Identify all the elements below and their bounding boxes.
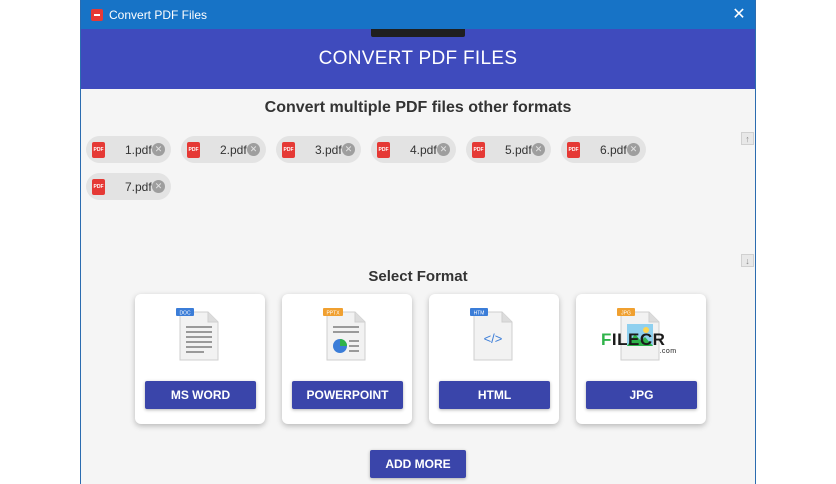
- file-name: 7.pdf: [125, 179, 152, 194]
- pdf-file-icon: PDF: [472, 141, 485, 158]
- pptx-file-icon: PPTX: [323, 308, 366, 361]
- remove-file-icon[interactable]: ✕: [152, 143, 165, 156]
- window-title: Convert PDF Files: [109, 7, 208, 22]
- pdf-file-icon: PDF: [187, 141, 200, 158]
- close-button[interactable]: ✕: [729, 4, 749, 24]
- scroll-down-button[interactable]: ↓: [741, 254, 754, 267]
- jpg-button[interactable]: JPG: [586, 381, 697, 409]
- code-glyph: </>: [484, 331, 503, 346]
- html-tag: HTM: [474, 311, 485, 317]
- jpg-tag: JPG: [621, 311, 631, 317]
- file-chip-list: PDF 1.pdf ✕ PDF 2.pdf ✕ PDF 3.pdf ✕ PDF …: [86, 136, 656, 200]
- pdf-file-icon: PDF: [567, 141, 580, 158]
- html-button[interactable]: HTML: [439, 381, 550, 409]
- pdf-file-icon: PDF: [92, 178, 105, 195]
- remove-file-icon[interactable]: ✕: [247, 143, 260, 156]
- pdf-file-icon: PDF: [92, 141, 105, 158]
- file-name: 2.pdf: [220, 142, 247, 157]
- remove-file-icon[interactable]: ✕: [152, 180, 165, 193]
- file-name: 5.pdf: [505, 142, 532, 157]
- file-chip[interactable]: PDF 2.pdf ✕: [181, 136, 266, 163]
- html-file-icon: HTM </>: [470, 308, 513, 361]
- file-name: 6.pdf: [600, 142, 627, 157]
- file-name: 1.pdf: [125, 142, 152, 157]
- add-more-button[interactable]: ADD MORE: [370, 450, 466, 478]
- file-chip[interactable]: PDF 3.pdf ✕: [276, 136, 361, 163]
- watermark-text: ILECR: [611, 330, 666, 349]
- remove-file-icon[interactable]: ✕: [342, 143, 355, 156]
- format-card-word[interactable]: DOC MS WORD: [135, 294, 265, 424]
- page-subtitle: Convert multiple PDF files other formats: [264, 99, 572, 116]
- header-handle[interactable]: [371, 29, 465, 37]
- pdf-file-icon: PDF: [377, 141, 390, 158]
- scroll-up-button[interactable]: ↑: [741, 132, 754, 145]
- file-chip[interactable]: PDF 6.pdf ✕: [561, 136, 646, 163]
- doc-file-icon: DOC: [176, 308, 219, 361]
- file-chip[interactable]: PDF 7.pdf ✕: [86, 173, 171, 200]
- app-pdf-icon: [91, 8, 103, 21]
- watermark-prefix: F: [601, 330, 612, 349]
- watermark-suffix: .com: [659, 348, 677, 355]
- watermark-logo: FILECR.com: [601, 330, 683, 355]
- remove-file-icon[interactable]: ✕: [437, 143, 450, 156]
- pptx-tag: PPTX: [326, 311, 340, 317]
- file-chip[interactable]: PDF 5.pdf ✕: [466, 136, 551, 163]
- app-window: Convert PDF Files ✕ CONVERT PDF FILES Co…: [80, 0, 756, 484]
- select-format-title: Select Format: [368, 268, 468, 285]
- remove-file-icon[interactable]: ✕: [627, 143, 640, 156]
- title-bar: Convert PDF Files ✕: [81, 0, 755, 29]
- pdf-file-icon: PDF: [282, 141, 295, 158]
- file-chip[interactable]: PDF 4.pdf ✕: [371, 136, 456, 163]
- format-card-powerpoint[interactable]: PPTX POWERPOINT: [282, 294, 412, 424]
- format-card-html[interactable]: HTM </> HTML: [429, 294, 559, 424]
- file-name: 3.pdf: [315, 142, 342, 157]
- doc-tag: DOC: [179, 311, 191, 317]
- format-card-jpg[interactable]: JPG JPG: [576, 294, 706, 424]
- header-title: CONVERT PDF FILES: [318, 48, 518, 69]
- powerpoint-button[interactable]: POWERPOINT: [292, 381, 403, 409]
- remove-file-icon[interactable]: ✕: [532, 143, 545, 156]
- file-chip[interactable]: PDF 1.pdf ✕: [86, 136, 171, 163]
- file-name: 4.pdf: [410, 142, 437, 157]
- app-header: CONVERT PDF FILES: [81, 29, 755, 89]
- ms-word-button[interactable]: MS WORD: [145, 381, 256, 409]
- format-card-list: DOC MS WORD PPTX POWERPOINT HTM </> HTML…: [135, 294, 706, 424]
